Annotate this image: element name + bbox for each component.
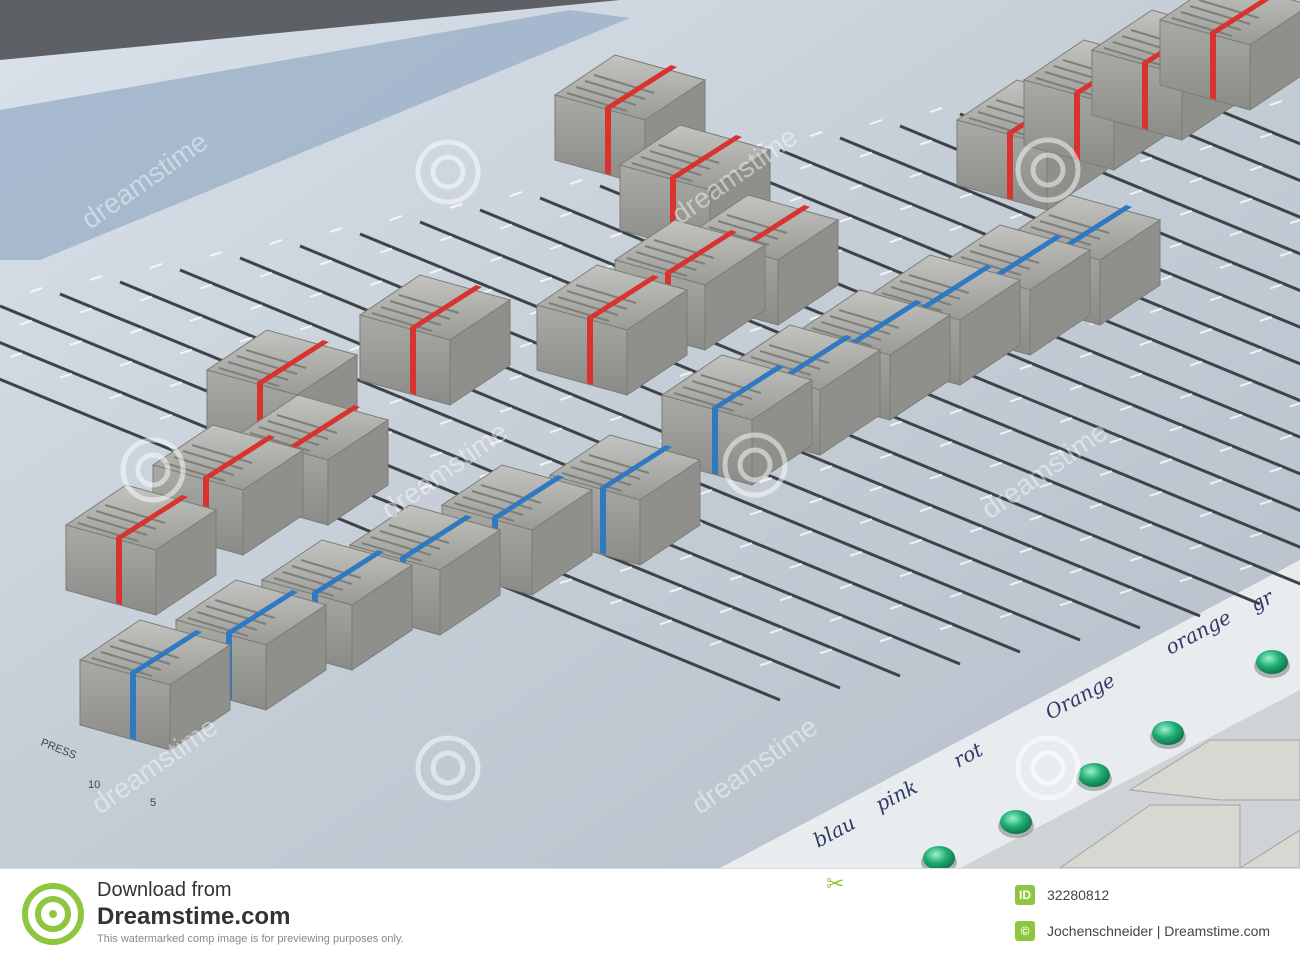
fader-knob-stripe <box>1074 92 1080 160</box>
image-id: 32280812 <box>1047 887 1110 903</box>
mixing-console-scene: PRESS 10 5 blau pink rot Orange orange g… <box>0 0 1300 868</box>
scale-mark-5: 5 <box>150 797 156 809</box>
fader-knob-stripe <box>1210 32 1216 100</box>
photographer-credit[interactable]: Jochenschneider | Dreamstime.com <box>1047 923 1270 939</box>
fader-knob-stripe <box>1007 132 1013 200</box>
dreamstime-spiral-icon <box>22 883 84 945</box>
fader-knob-stripe <box>587 317 593 385</box>
image-id-row: ID 32280812 <box>1015 885 1109 905</box>
preview-disclaimer: This watermarked comp image is for previ… <box>97 933 404 945</box>
fader-knob-stripe <box>605 107 611 175</box>
green-led <box>1078 763 1110 787</box>
green-led <box>1152 721 1184 745</box>
site-name-link[interactable]: Dreamstime.com <box>97 903 290 931</box>
fader-knob-stripe <box>116 537 122 605</box>
download-from-label: Download from <box>97 879 232 901</box>
green-led <box>1000 810 1032 834</box>
green-led <box>1256 650 1288 674</box>
fader-knob-stripe <box>712 407 718 475</box>
fader-knob-stripe <box>130 672 136 740</box>
id-icon: ID <box>1015 885 1035 905</box>
fader-knob-stripe <box>410 327 416 395</box>
download-footer: Download from Dreamstime.com This waterm… <box>0 868 1300 959</box>
fader-knob-stripe <box>1142 62 1148 130</box>
fader-knob-stripe <box>600 487 606 555</box>
credit-row: © Jochenschneider | Dreamstime.com <box>1015 921 1270 941</box>
mixing-console-photo: PRESS 10 5 blau pink rot Orange orange g… <box>0 0 1300 868</box>
scissors-icon: ✂ <box>826 871 845 896</box>
copyright-icon: © <box>1015 921 1035 941</box>
